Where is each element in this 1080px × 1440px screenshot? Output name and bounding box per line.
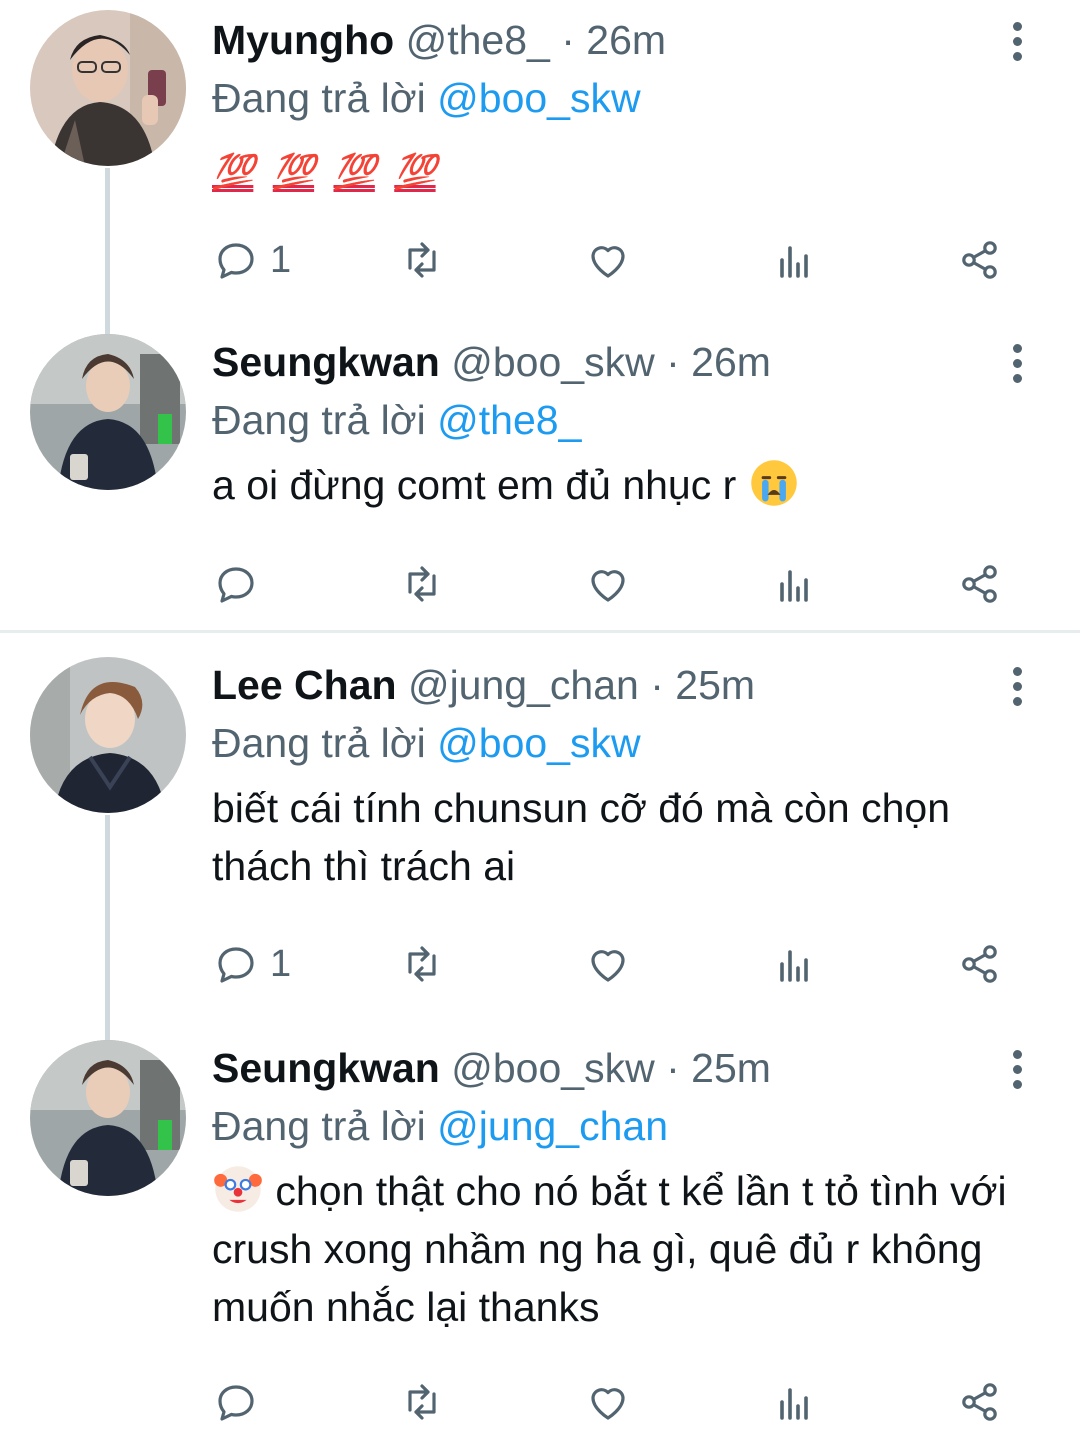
like-icon [591,950,625,982]
author-name[interactable]: Seungkwan [212,339,440,385]
author-handle[interactable]: @boo_skw [451,1045,654,1091]
like-icon [591,1388,625,1420]
reply-icon [218,243,254,279]
hundred-emoji: 💯 [333,153,376,191]
reply-context: Đang trả lời @boo_skw [212,70,1040,126]
reply-prefix: Đang trả lời [212,720,426,766]
more-icon[interactable] [1006,1050,1028,1089]
retweet-button[interactable] [398,936,446,992]
retweet-button[interactable] [398,232,446,288]
separator: · [650,662,664,708]
timestamp[interactable]: 25m [691,1045,771,1091]
hundred-emoji: 💯 [272,153,315,191]
reply-prefix: Đang trả lời [212,397,426,443]
retweet-icon [408,946,436,982]
separator: · [666,1045,680,1091]
avatar[interactable] [30,1040,186,1196]
retweet-icon [408,242,436,278]
tweet-text: biết cái tính chunsun cỡ đó mà còn chọn … [212,785,950,889]
views-button[interactable] [770,936,818,992]
views-button[interactable] [770,232,818,288]
action-bar: 1 [212,936,1012,992]
author-handle[interactable]: @the8_ [406,17,550,63]
reply-prefix: Đang trả lời [212,1103,426,1149]
reply-context: Đang trả lời @jung_chan [212,1098,1040,1154]
share-icon [962,241,997,279]
reply-count: 1 [270,238,292,281]
retweet-icon [408,1384,436,1420]
hundred-emoji: 💯 [212,153,254,191]
tweet-text: chọn thật cho nó bắt t kể lần t tỏ tình … [212,1162,1042,1336]
reply-button[interactable]: 1 [212,232,291,288]
author-name[interactable]: Seungkwan [212,1045,440,1091]
avatar[interactable] [30,657,186,813]
views-icon [780,1388,808,1420]
reply-context: Đang trả lời @the8_ [212,392,1040,448]
timestamp[interactable]: 26m [586,17,666,63]
mention-link[interactable]: @boo_skw [437,720,640,766]
reply-prefix: Đang trả lời [212,75,426,121]
retweet-button[interactable] [398,556,446,612]
author-name[interactable]: Myungho [212,17,394,63]
author-name[interactable]: Lee Chan [212,662,397,708]
like-button[interactable] [584,556,632,612]
like-icon [591,570,625,602]
retweet-button[interactable] [398,1374,446,1430]
tweet-text-content: chọn thật cho nó bắt t kể lần t tỏ tình … [212,1168,1007,1330]
share-icon [962,565,997,603]
views-icon [780,246,808,278]
views-button[interactable] [770,1374,818,1430]
views-button[interactable] [770,556,818,612]
reply-button[interactable] [212,1374,270,1430]
reply-icon [218,567,254,603]
mention-link[interactable]: @jung_chan [437,1103,668,1149]
like-button[interactable] [584,1374,632,1430]
retweet-icon [408,566,436,602]
like-button[interactable] [584,232,632,288]
avatar[interactable] [30,334,186,490]
tweet-text: 💯 💯 💯 💯 [212,140,1040,201]
views-icon [780,950,808,982]
crying-face-icon [750,460,797,506]
like-icon [591,246,625,278]
clown-face-icon [214,1166,262,1212]
author-handle[interactable]: @jung_chan [408,662,639,708]
share-icon [962,945,997,983]
reply-button[interactable] [212,556,270,612]
author-handle[interactable]: @boo_skw [451,339,654,385]
timestamp[interactable]: 25m [675,662,755,708]
hundred-emoji: 💯 [394,153,436,191]
share-button[interactable] [956,1374,1004,1430]
separator: · [561,17,575,63]
mention-link[interactable]: @boo_skw [437,75,640,121]
share-button[interactable] [956,556,1004,612]
separator: · [666,339,680,385]
more-icon[interactable] [1006,22,1028,61]
like-button[interactable] [584,936,632,992]
share-button[interactable] [956,232,1004,288]
more-icon[interactable] [1006,667,1028,706]
action-bar [212,1374,1012,1430]
share-icon [962,1383,997,1421]
reply-context: Đang trả lời @boo_skw [212,715,1040,771]
avatar[interactable] [30,10,186,166]
reply-count: 1 [270,942,292,985]
more-icon[interactable] [1006,344,1028,383]
share-button[interactable] [956,936,1004,992]
divider [0,630,1080,633]
action-bar [212,556,1012,612]
action-bar: 1 [212,232,1012,288]
reply-button[interactable]: 1 [212,936,291,992]
timestamp[interactable]: 26m [691,339,771,385]
tweet-text-content: a oi đừng comt em đủ nhục r [212,462,737,508]
mention-link[interactable]: @the8_ [437,397,581,443]
tweet-text: a oi đừng comt em đủ nhục r [212,456,1040,514]
reply-icon [218,947,254,983]
views-icon [780,570,808,602]
reply-icon [218,1385,254,1421]
